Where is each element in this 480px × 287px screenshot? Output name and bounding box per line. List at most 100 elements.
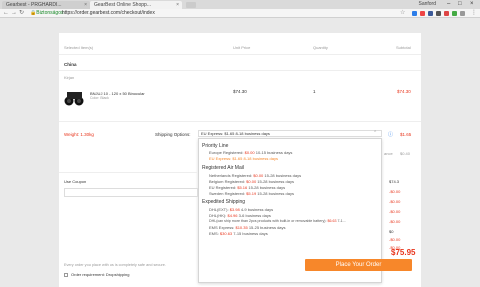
option-name: EMS: — [209, 231, 219, 236]
product-image[interactable] — [64, 90, 85, 107]
option-price: $1.65 — [232, 156, 243, 161]
option-name: Sweden Registered: — [209, 191, 246, 196]
new-tab-button[interactable] — [186, 2, 196, 8]
reload-icon[interactable]: ↻ — [19, 9, 24, 18]
close-icon[interactable]: × — [176, 1, 179, 9]
bookmark-star-icon[interactable]: ☆ — [400, 9, 405, 18]
extension-icon[interactable] — [452, 11, 457, 16]
browser-toolbar: ← → ↻ 🔒Biztonságos https://order.gearbes… — [0, 9, 480, 18]
divider — [59, 54, 421, 55]
option-price: $3.98 — [229, 207, 240, 212]
forward-icon[interactable]: → — [11, 9, 17, 18]
menu-icon[interactable]: ⋮ — [471, 9, 477, 18]
place-order-button[interactable]: Place Your Order — [305, 259, 412, 271]
country-label: China — [64, 62, 77, 67]
summary-value: -$0.00 — [389, 199, 401, 204]
summary-value: $0 — [389, 229, 394, 234]
window-close-icon[interactable]: × — [470, 0, 474, 8]
option-name: DHL(EXT): — [209, 207, 229, 212]
option-price: $6.63 — [327, 219, 337, 223]
weight-label: Weight: 1.30kg — [64, 132, 94, 137]
shipping-options-label: Shipping Options: — [155, 132, 191, 137]
shipping-option[interactable]: EMS Express: $10.35 15-25 business days — [209, 225, 286, 230]
dropshipping-label: Order requirement: Dropshipping — [71, 272, 130, 277]
summary-value: $74.3 — [389, 179, 400, 184]
extension-icon[interactable] — [460, 11, 465, 16]
col-header-items: Selected Item(s) — [64, 45, 94, 50]
warehouse-label: Kirjan — [64, 75, 75, 80]
variant-label: Color: — [90, 96, 100, 100]
shipping-option[interactable]: Netherlands Registered: $0.00 15-28 busi… — [209, 173, 301, 178]
shipping-option[interactable]: EU Registered: $5.16 15-28 business days — [209, 185, 285, 190]
option-days: 15-28 business days — [257, 179, 294, 184]
option-days: 3-6 business days — [238, 213, 271, 218]
tab-gearbest-checkout[interactable]: GearBest Online Shopp... × — [90, 1, 182, 9]
col-header-quantity: Quantity — [313, 45, 328, 50]
option-name: EU Express: — [209, 156, 232, 161]
tab-title: GearBest Online Shopp... — [94, 2, 151, 8]
summary-value: -$0.00 — [389, 209, 401, 214]
col-header-unit-price: Unit Price — [233, 45, 251, 50]
extension-icon[interactable] — [436, 11, 441, 16]
option-days: 8-18 business days — [243, 156, 278, 161]
shipping-option[interactable]: Europe Registered: $0.00 10-15 business … — [209, 150, 292, 155]
option-price: $5.19 — [246, 191, 257, 196]
option-name: Belgium Registered: — [209, 179, 246, 184]
shipping-cost: $1.65 — [400, 132, 412, 137]
summary-value: -$0.00 — [389, 189, 401, 194]
summary-value: -$0.00 — [389, 219, 401, 224]
shipping-option-selected[interactable]: EU Express: $1.65 8-18 business days — [209, 156, 278, 161]
divider — [59, 172, 197, 173]
option-price: $5.16 — [237, 185, 248, 190]
chevron-up-icon: ⌃ — [373, 130, 378, 136]
option-name: Europe Registered: — [209, 150, 244, 155]
info-icon[interactable]: ⓘ — [388, 131, 393, 138]
shipping-option[interactable]: DHL(can ship more than 2pcs products wit… — [209, 219, 346, 223]
option-days: 15-25 business days — [248, 225, 286, 230]
extension-icon[interactable] — [444, 11, 449, 16]
option-price: $0.00 — [246, 179, 257, 184]
shipping-option[interactable]: EMS: $30.63 7-15 business days — [209, 231, 268, 236]
subtotal-value: $74.30 — [397, 89, 411, 94]
extension-icon[interactable] — [420, 11, 425, 16]
secure-note: Every order you place with us is complet… — [64, 263, 166, 267]
option-price: $4.96 — [227, 213, 238, 218]
minimize-icon[interactable]: – — [447, 0, 450, 8]
option-price: $0.00 — [244, 150, 255, 155]
profile-name[interactable]: Sanford — [418, 1, 436, 8]
tab-title: Gearbest - PRGHARDI... — [6, 2, 62, 8]
product-variant: Color: Black — [90, 96, 109, 100]
option-price: $30.63 — [219, 231, 233, 236]
maximize-icon[interactable]: □ — [458, 0, 462, 8]
group-priority-line: Priority Line — [202, 143, 229, 149]
option-days: 15-28 business days — [257, 191, 294, 196]
extension-icon[interactable] — [412, 11, 417, 16]
unit-price: $74.30 — [233, 89, 247, 94]
coupon-input[interactable] — [64, 188, 198, 197]
shipping-select[interactable]: EU Express: $1.65 8-18 business days ⌃ — [198, 130, 382, 137]
dropshipping-checkbox[interactable] — [64, 273, 68, 277]
insurance-label: ance — [384, 151, 393, 156]
option-name: EMS Express: — [209, 225, 235, 230]
quantity-value[interactable]: 1 — [313, 89, 316, 94]
tab-bar: Gearbest - PRGHARDI... × GearBest Online… — [0, 0, 480, 9]
col-header-subtotal: Subtotal — [396, 45, 411, 50]
secure-indicator[interactable]: 🔒Biztonságos — [30, 10, 63, 17]
shipping-option[interactable]: DHL(EXT): $3.98 4-9 business days — [209, 207, 273, 212]
back-icon[interactable]: ← — [3, 9, 9, 18]
option-name: DHL(can ship more than 2pcs products wit… — [209, 219, 327, 223]
tab-gearbest-product[interactable]: Gearbest - PRGHARDI... × — [2, 1, 90, 9]
shipping-option[interactable]: Belgium Registered: $0.00 15-28 business… — [209, 179, 294, 184]
close-icon[interactable]: × — [84, 1, 87, 9]
address-bar[interactable]: https://order.gearbest.com/checkout/inde… — [62, 10, 155, 17]
shipping-option[interactable]: DHL(HK): $4.96 3-6 business days — [209, 213, 271, 218]
summary-value: -$0.00 — [389, 237, 401, 242]
option-name: DHL(HK): — [209, 213, 227, 218]
insurance-value: $0.40 — [400, 151, 411, 156]
grand-total: $75.95 — [391, 248, 416, 257]
shipping-option[interactable]: Sweden Registered: $5.19 15-28 business … — [209, 191, 294, 196]
variant-value: Black — [100, 96, 109, 100]
option-days: 15-28 business days — [264, 173, 302, 178]
extension-icon[interactable] — [428, 11, 433, 16]
option-days: 7-15 business days — [233, 231, 268, 236]
